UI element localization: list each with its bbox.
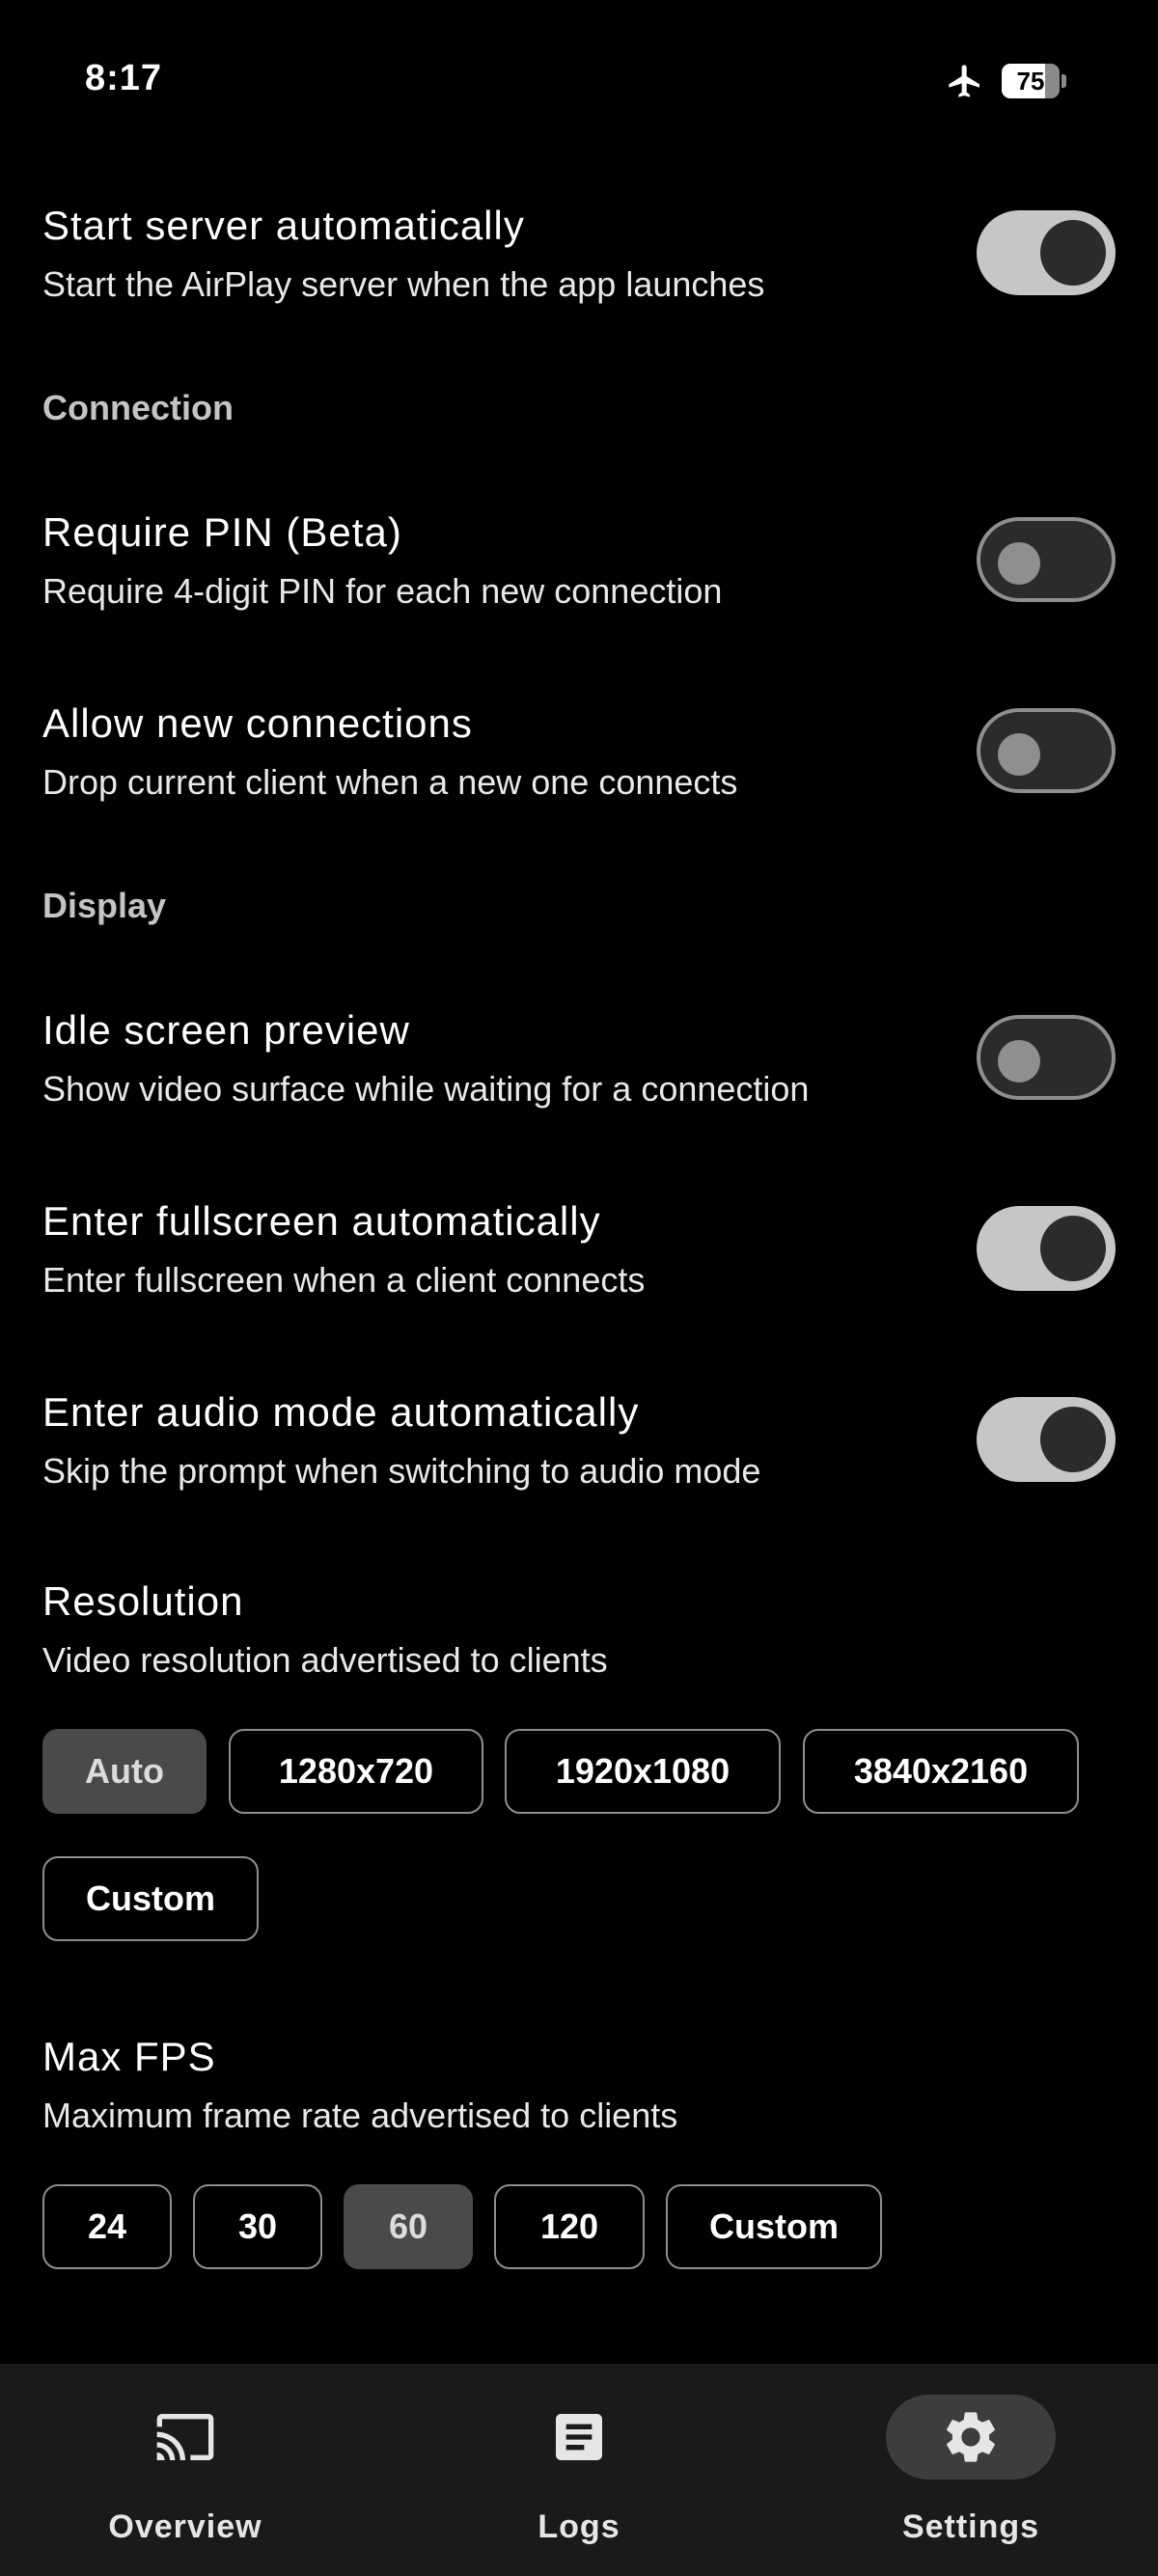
idle-preview-title: Idle screen preview [42, 1007, 410, 1053]
resolution-chip-custom[interactable]: Custom [42, 1856, 259, 1941]
toggle-knob [998, 733, 1040, 776]
nav-icon-container [494, 2395, 664, 2480]
resolution-subtitle: Video resolution advertised to clients [42, 1640, 608, 1680]
max-fps-title: Max FPS [42, 2034, 216, 2079]
require-pin-subtitle: Require 4-digit PIN for each new connect… [42, 571, 723, 611]
auto-fullscreen-subtitle: Enter fullscreen when a client connects [42, 1260, 646, 1300]
fps-chip-60[interactable]: 60 [344, 2184, 473, 2269]
nav-label-settings: Settings [901, 2508, 1040, 2545]
nav-item-overview[interactable]: Overview [0, 2364, 378, 2576]
resolution-chip-auto[interactable]: Auto [42, 1729, 207, 1814]
auto-fullscreen-title: Enter fullscreen automatically [42, 1198, 601, 1244]
resolution-title: Resolution [42, 1578, 244, 1624]
toggle-knob [1040, 220, 1106, 286]
auto-audio-mode-title: Enter audio mode automatically [42, 1389, 640, 1435]
nav-label-overview: Overview [108, 2508, 262, 2545]
document-icon [556, 2414, 602, 2460]
start-server-toggle[interactable] [977, 210, 1116, 295]
section-header-connection: Connection [42, 388, 234, 427]
start-server-title: Start server automatically [42, 203, 525, 248]
nav-item-logs[interactable]: Logs [386, 2364, 772, 2576]
airplane-icon [949, 65, 979, 97]
cast-icon [156, 2414, 214, 2460]
battery-indicator: 75 [1002, 64, 1067, 98]
auto-fullscreen-toggle[interactable] [977, 1206, 1116, 1291]
auto-audio-mode-subtitle: Skip the prompt when switching to audio … [42, 1451, 761, 1491]
idle-preview-toggle[interactable] [977, 1015, 1116, 1100]
toggle-knob [1040, 1216, 1106, 1281]
require-pin-toggle[interactable] [977, 517, 1116, 602]
require-pin-title: Require PIN (Beta) [42, 509, 402, 555]
max-fps-subtitle: Maximum frame rate advertised to clients [42, 2096, 678, 2135]
status-bar: 8:17 75 [0, 0, 1158, 164]
allow-new-connections-title: Allow new connections [42, 700, 473, 746]
section-header-display: Display [42, 886, 167, 925]
auto-audio-mode-toggle[interactable] [977, 1397, 1116, 1482]
toggle-knob [1040, 1407, 1106, 1472]
allow-new-connections-toggle[interactable] [977, 708, 1116, 793]
toggle-knob [998, 1040, 1040, 1082]
idle-preview-subtitle: Show video surface while waiting for a c… [42, 1069, 810, 1109]
nav-item-settings[interactable]: Settings [778, 2364, 1158, 2576]
battery-level: 75 [1016, 67, 1045, 96]
nav-icon-container [100, 2395, 270, 2480]
toggle-knob [998, 542, 1040, 585]
nav-label-logs: Logs [538, 2508, 620, 2545]
resolution-chip-1280x720[interactable]: 1280x720 [229, 1729, 483, 1814]
fps-chip-30[interactable]: 30 [193, 2184, 322, 2269]
fps-chip-24[interactable]: 24 [42, 2184, 172, 2269]
nav-icon-container-active [886, 2395, 1056, 2480]
start-server-subtitle: Start the AirPlay server when the app la… [42, 264, 765, 304]
resolution-chip-3840x2160[interactable]: 3840x2160 [803, 1729, 1079, 1814]
gear-icon [947, 2412, 995, 2462]
status-time: 8:17 [85, 58, 163, 98]
bottom-navigation: Overview Logs Settings [0, 2364, 1158, 2576]
fps-chip-custom[interactable]: Custom [666, 2184, 882, 2269]
resolution-chip-1920x1080[interactable]: 1920x1080 [505, 1729, 781, 1814]
fps-chip-120[interactable]: 120 [494, 2184, 645, 2269]
allow-new-connections-subtitle: Drop current client when a new one conne… [42, 762, 738, 802]
